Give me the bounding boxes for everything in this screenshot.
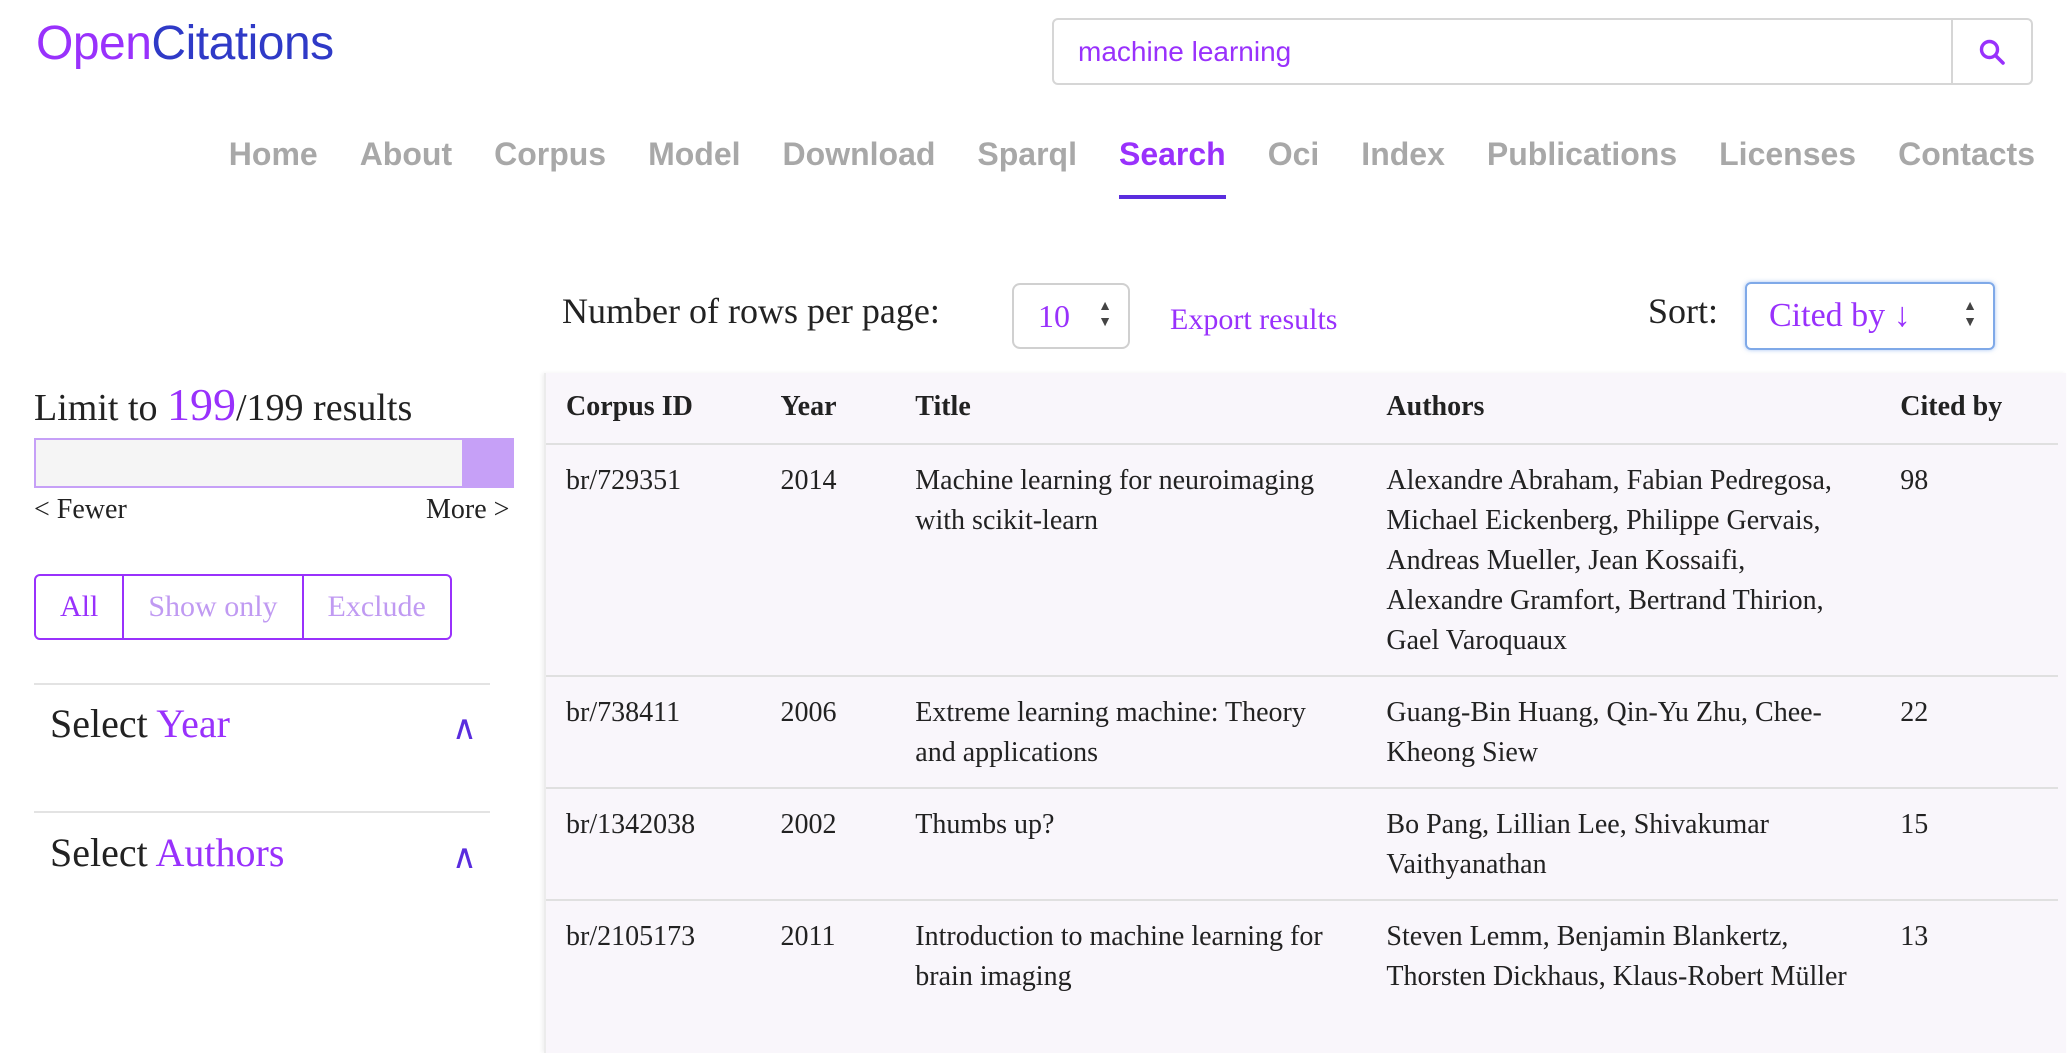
cell-corpus-id: br/729351: [566, 465, 682, 496]
divider: [34, 683, 490, 685]
cell-title: Machine learning for neuroimaging with s…: [915, 465, 1315, 536]
cell-authors: Steven Lemm, Benjamin Blankertz, Thorste…: [1386, 921, 1847, 992]
chevron-up-icon[interactable]: ∧: [452, 837, 477, 877]
cell-authors: Guang-Bin Huang, Qin-Yu Zhu, Chee-Kheong…: [1386, 697, 1822, 768]
column-header-title: Title: [915, 391, 971, 422]
column-header-authors: Authors: [1386, 391, 1485, 422]
export-results-link[interactable]: Export results: [1170, 303, 1337, 337]
logo-part-citations: Citations: [151, 17, 334, 70]
main-nav: Home About Corpus Model Download Sparql …: [229, 136, 2035, 199]
facet-prefix: Select: [50, 701, 157, 746]
table-row[interactable]: br/1342038 2002 Thumbs up? Bo Pang, Lill…: [546, 788, 2058, 900]
filter-all-button[interactable]: All: [36, 576, 122, 638]
filter-show-only-button[interactable]: Show only: [122, 576, 301, 638]
slider-handle[interactable]: [462, 440, 512, 486]
nav-licenses[interactable]: Licenses: [1719, 136, 1856, 173]
nav-corpus[interactable]: Corpus: [494, 136, 606, 173]
cell-authors: Bo Pang, Lillian Lee, Shivakumar Vaithya…: [1386, 809, 1769, 880]
limit-value: 199: [167, 379, 236, 430]
column-header-corpus-id: Corpus ID: [566, 391, 693, 422]
divider: [34, 811, 490, 813]
cell-cited-by: 98: [1900, 465, 1929, 496]
limit-prefix: Limit to: [34, 387, 158, 429]
facet-prefix: Select: [50, 830, 156, 875]
nav-home[interactable]: Home: [229, 136, 318, 173]
cell-year: 2006: [780, 697, 837, 728]
cell-year: 2002: [780, 809, 837, 840]
cell-cited-by: 13: [1900, 921, 1929, 952]
select-authors-facet[interactable]: Select Authors: [50, 829, 284, 876]
sort-select[interactable]: Cited by ↓ ▲ ▼: [1745, 282, 1995, 350]
fewer-button[interactable]: < Fewer: [34, 494, 127, 526]
facet-field-year: Year: [156, 701, 230, 746]
sort-label: Sort:: [1648, 291, 1719, 331]
logo-part-open: Open: [36, 17, 152, 70]
search-button[interactable]: [1951, 20, 2031, 83]
results-table-container: Corpus ID Year Title Authors Cited by br…: [544, 373, 2066, 1053]
select-arrows-icon: ▲ ▼: [1098, 299, 1112, 330]
cell-year: 2014: [780, 465, 837, 496]
table-row[interactable]: br/738411 2006 Extreme learning machine:…: [546, 676, 2058, 788]
select-year-facet[interactable]: Select Year: [50, 700, 230, 747]
select-arrows-icon: ▲ ▼: [1963, 299, 1977, 330]
table-row[interactable]: br/2105173 2011 Introduction to machine …: [546, 900, 2058, 1011]
logo[interactable]: OpenCitations: [36, 16, 334, 71]
filter-exclude-button[interactable]: Exclude: [301, 576, 450, 638]
nav-about[interactable]: About: [360, 136, 452, 173]
nav-download[interactable]: Download: [783, 136, 936, 173]
cell-authors: Alexandre Abraham, Fabian Pedregosa, Mic…: [1386, 465, 1832, 656]
rows-per-page-select[interactable]: 10 ▲ ▼: [1012, 283, 1130, 349]
nav-sparql[interactable]: Sparql: [977, 136, 1077, 173]
column-header-cited-by: Cited by: [1900, 391, 2003, 422]
limit-total: /199 results: [236, 387, 413, 429]
rows-per-page-value: 10: [1038, 297, 1070, 334]
cell-title: Extreme learning machine: Theory and app…: [915, 697, 1306, 768]
cell-year: 2011: [780, 921, 836, 952]
table-header-row: Corpus ID Year Title Authors Cited by: [546, 373, 2058, 444]
table-row[interactable]: br/729351 2014 Machine learning for neur…: [546, 444, 2058, 676]
nav-publications[interactable]: Publications: [1487, 136, 1677, 173]
search-icon: [1979, 39, 2005, 65]
search-bar: [1052, 18, 2033, 85]
results-table: Corpus ID Year Title Authors Cited by br…: [546, 373, 2058, 1011]
column-header-year: Year: [780, 391, 837, 422]
nav-model[interactable]: Model: [648, 136, 740, 173]
facet-field-authors: Authors: [155, 830, 285, 875]
cell-corpus-id: br/2105173: [566, 921, 696, 952]
nav-contacts[interactable]: Contacts: [1898, 136, 2035, 173]
more-button[interactable]: More >: [426, 494, 509, 526]
search-input[interactable]: [1054, 20, 1951, 83]
cell-corpus-id: br/1342038: [566, 809, 696, 840]
results-limit-slider[interactable]: [34, 438, 514, 488]
cell-corpus-id: br/738411: [566, 697, 681, 728]
filter-mode-group: All Show only Exclude: [34, 574, 452, 640]
nav-search[interactable]: Search: [1118, 136, 1226, 199]
sort-value: Cited by ↓: [1769, 297, 1911, 334]
rows-per-page-label: Number of rows per page:: [562, 291, 940, 331]
limit-results-label: Limit to 199/199 results: [34, 378, 412, 431]
nav-oci[interactable]: Oci: [1268, 136, 1320, 173]
cell-cited-by: 15: [1900, 809, 1929, 840]
cell-title: Thumbs up?: [915, 809, 1055, 840]
cell-cited-by: 22: [1900, 697, 1929, 728]
cell-title: Introduction to machine learning for bra…: [915, 921, 1323, 992]
nav-index[interactable]: Index: [1361, 136, 1445, 173]
chevron-up-icon[interactable]: ∧: [452, 708, 477, 748]
